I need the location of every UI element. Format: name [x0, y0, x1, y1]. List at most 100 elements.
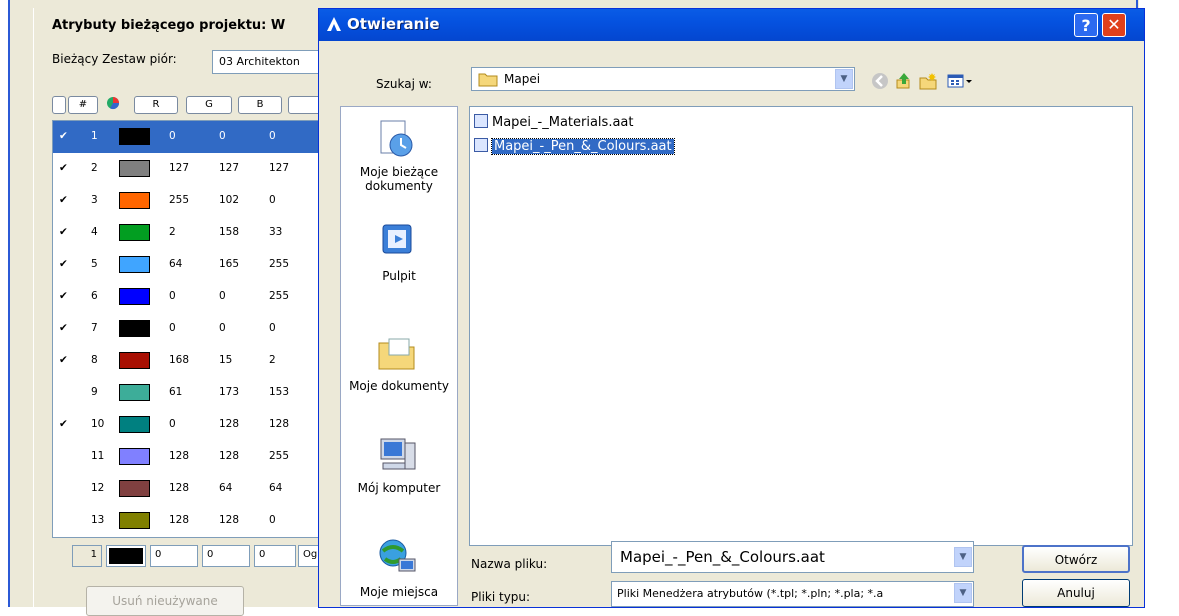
aat-file-icon [474, 114, 488, 128]
pen-table-row[interactable]: 11128128255Scl [53, 441, 353, 473]
pen-cell-b: 0 [269, 130, 276, 142]
pen-cell-b: 2 [269, 354, 276, 366]
header-number-button[interactable]: # [68, 96, 98, 114]
my-documents-icon [378, 338, 415, 370]
pen-color-swatch[interactable] [119, 384, 150, 401]
pen-table-row[interactable]: ✔32551020Ot [53, 185, 353, 217]
bottom-r-field[interactable]: 0 [150, 545, 198, 567]
pen-cell-g: 0 [219, 322, 226, 334]
pen-color-swatch[interactable] [119, 320, 150, 337]
view-menu-icon[interactable] [947, 72, 973, 90]
right-margin [1139, 0, 1179, 607]
pen-cell-b: 255 [269, 290, 290, 302]
pen-color-swatch[interactable] [119, 512, 150, 529]
pen-cell-g: 165 [219, 258, 240, 270]
pen-table-row[interactable]: ✔2127127127Ry [53, 153, 353, 185]
place-label: Moje bieżące dokumenty [359, 165, 439, 193]
place-label: Moje dokumenty [349, 379, 449, 393]
pen-color-swatch[interactable] [119, 256, 150, 273]
pen-table-row[interactable]: ✔564165255Ko [53, 249, 353, 281]
pen-table-row[interactable]: 131281280Sia [53, 505, 353, 537]
pen-table-row[interactable]: ✔100128128Bel [53, 409, 353, 441]
help-button[interactable]: ? [1074, 13, 1098, 37]
look-in-value: Mapei [504, 72, 541, 86]
pen-table-row[interactable]: ✔1000Og [53, 121, 353, 153]
pen-cell-num: 9 [91, 386, 98, 398]
pen-color-swatch[interactable] [119, 128, 150, 145]
pen-color-swatch[interactable] [119, 224, 150, 241]
up-folder-icon[interactable] [895, 72, 913, 90]
pen-table-row[interactable]: ✔7000Ści [53, 313, 353, 345]
pen-color-swatch[interactable] [119, 288, 150, 305]
file-list: Mapei_-_Materials.aat Mapei_-_Pen_&_Colo… [469, 106, 1133, 546]
header-check-button[interactable] [52, 96, 66, 114]
file-item-selected[interactable]: Mapei_-_Pen_&_Colours.aat [474, 137, 675, 157]
pen-cell-b: 33 [269, 226, 283, 238]
file-item[interactable]: Mapei_-_Materials.aat [474, 113, 633, 133]
pen-cell-r: 0 [169, 290, 176, 302]
header-b-button[interactable]: B [238, 96, 282, 114]
bottom-b-field[interactable]: 0 [254, 545, 296, 567]
look-in-select[interactable]: Mapei ▼ [471, 67, 855, 91]
desktop-icon [382, 224, 412, 254]
pen-cell-num: 11 [91, 450, 105, 462]
chevron-down-icon[interactable]: ▼ [835, 69, 853, 89]
pen-cell-num: 13 [91, 514, 105, 526]
header-g-button[interactable]: G [186, 96, 232, 114]
pen-cell-b: 0 [269, 194, 276, 206]
pen-cell-b: 153 [269, 386, 290, 398]
pen-color-swatch[interactable] [119, 352, 150, 369]
pen-cell-check: ✔ [59, 322, 68, 334]
filename-value: Mapei_-_Pen_&_Colours.aat [620, 548, 825, 566]
pen-cell-b: 255 [269, 450, 290, 462]
pen-cell-num: 5 [91, 258, 98, 270]
pen-color-swatch[interactable] [119, 160, 150, 177]
pen-color-swatch[interactable] [119, 192, 150, 209]
bottom-g-field[interactable]: 0 [202, 545, 250, 567]
pen-color-swatch[interactable] [119, 448, 150, 465]
pen-table-row[interactable]: ✔4215833Ob [53, 217, 353, 249]
new-folder-icon[interactable] [919, 72, 937, 90]
filename-label: Nazwa pliku: [471, 557, 548, 571]
folder-icon [478, 73, 498, 87]
pen-cell-r: 0 [169, 322, 176, 334]
back-icon[interactable] [871, 72, 889, 90]
bottom-color-swatch[interactable] [106, 545, 146, 567]
panel-title: Atrybuty bieżącego projektu: W [52, 18, 286, 33]
pen-table-row[interactable]: 961173153Str [53, 377, 353, 409]
header-r-button[interactable]: R [134, 96, 178, 114]
pen-cell-num: 10 [91, 418, 105, 430]
pen-table-row[interactable]: 1418913923Str [53, 537, 353, 538]
pen-cell-r: 127 [169, 162, 190, 174]
pen-cell-g: 127 [219, 162, 240, 174]
dialog-titlebar[interactable]: Otwieranie ? ✕ [319, 9, 1144, 41]
attributes-panel: Atrybuty bieżącego projektu: W Bieżący Z… [33, 8, 354, 616]
pen-cell-num: 2 [91, 162, 98, 174]
cancel-button[interactable]: Anuluj [1022, 579, 1130, 607]
pen-color-swatch[interactable] [119, 416, 150, 433]
filename-input[interactable]: Mapei_-_Pen_&_Colours.aat ▼ [611, 541, 974, 573]
pen-table-row[interactable]: ✔8168152Słu [53, 345, 353, 377]
chevron-down-icon[interactable]: ▼ [954, 583, 972, 603]
color-wheel-icon[interactable] [104, 96, 122, 114]
close-button[interactable]: ✕ [1102, 13, 1126, 37]
pen-cell-r: 61 [169, 386, 183, 398]
pen-table-row[interactable]: ✔600255Te [53, 281, 353, 313]
chevron-down-icon[interactable]: ▼ [954, 547, 972, 567]
left-border [0, 0, 10, 607]
filetype-select[interactable]: Pliki Menedżera atrybutów (*.tpl; *.pln;… [611, 581, 974, 607]
pen-cell-g: 102 [219, 194, 240, 206]
pen-cell-r: 128 [169, 450, 190, 462]
pen-cell-r: 128 [169, 514, 190, 526]
remove-unused-button[interactable]: Usuń nieużywane [86, 586, 244, 616]
pen-color-swatch[interactable] [119, 480, 150, 497]
archicad-icon [327, 17, 341, 31]
pen-table-row[interactable]: 121286464Da [53, 473, 353, 505]
my-computer-icon [380, 438, 416, 470]
dialog-title: Otwieranie [347, 15, 440, 33]
network-places-icon [379, 539, 416, 572]
pen-cell-g: 128 [219, 418, 240, 430]
recent-documents-icon [380, 120, 413, 157]
open-button[interactable]: Otwórz [1022, 545, 1130, 573]
pen-cell-r: 168 [169, 354, 190, 366]
